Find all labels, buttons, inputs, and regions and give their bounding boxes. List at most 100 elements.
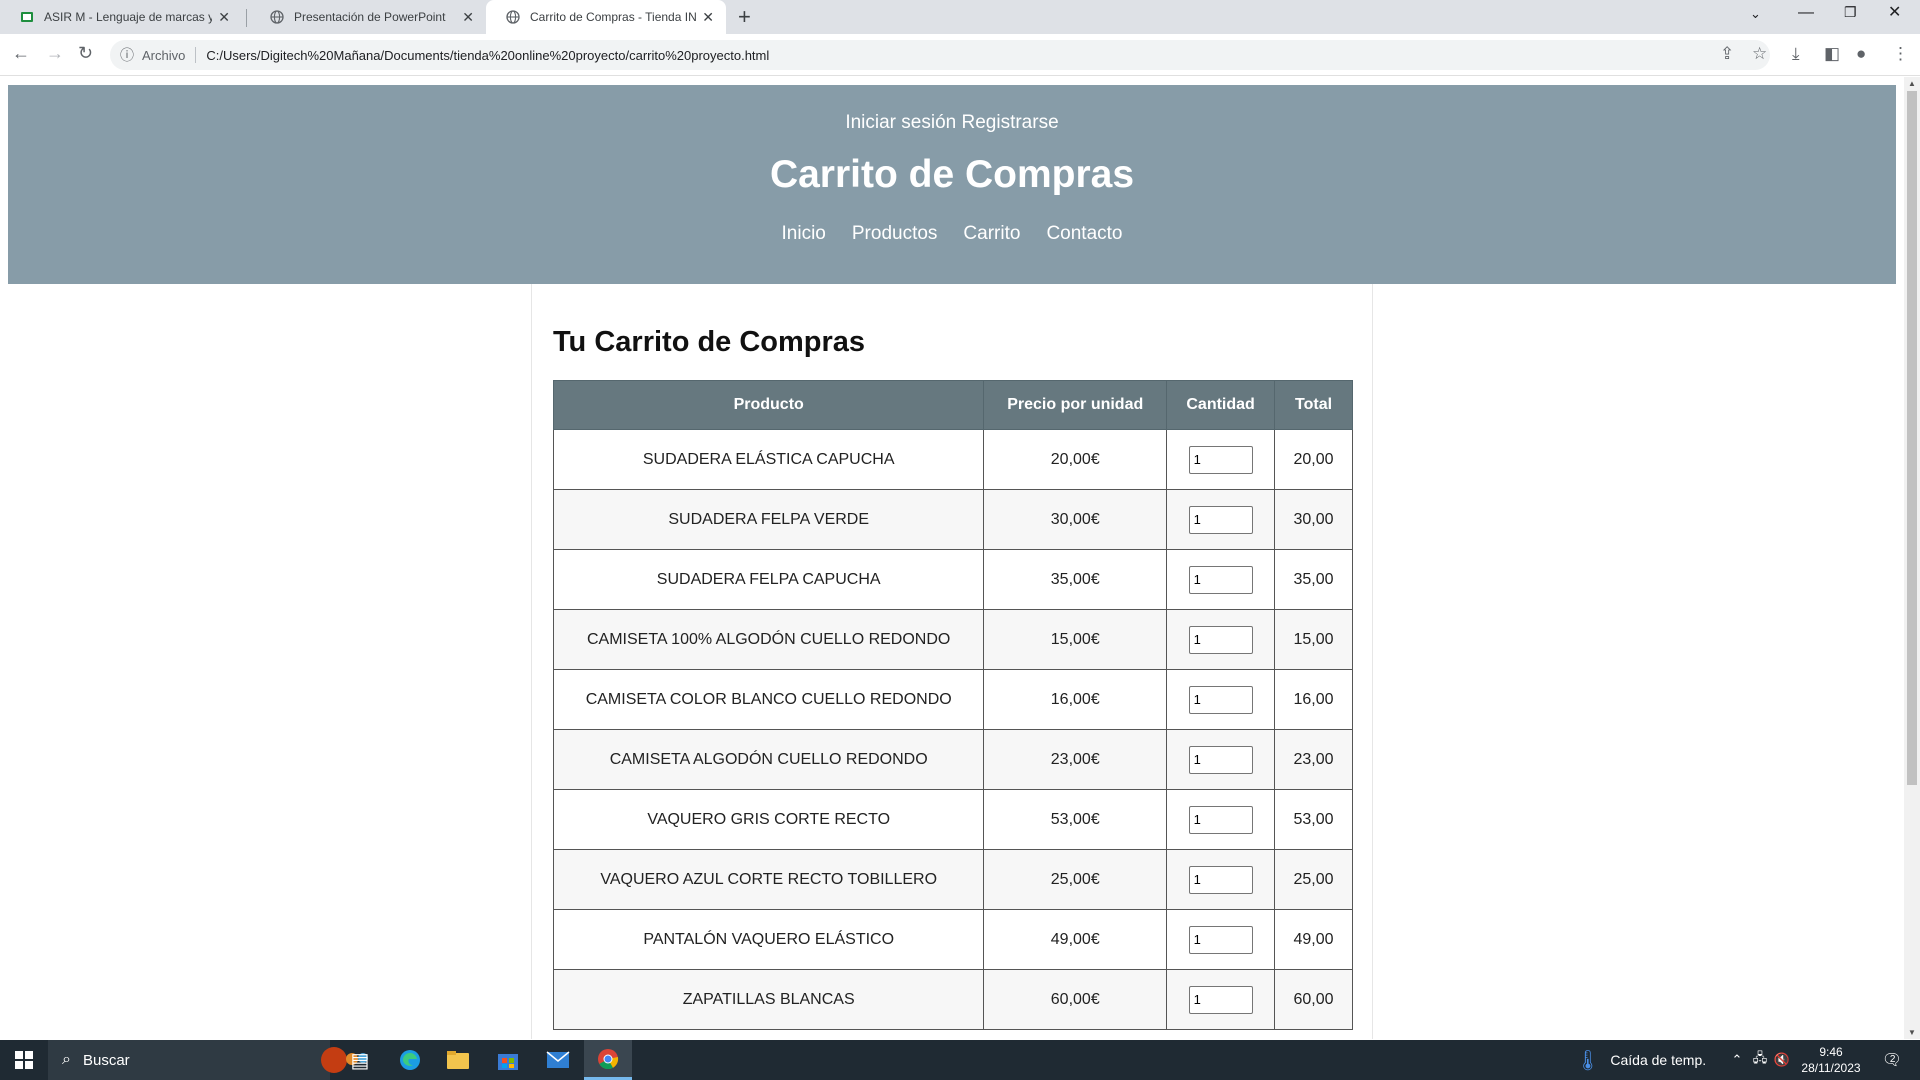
- address-bar[interactable]: ⓘ Archivo C:/Users/Digitech%20Mañana/Doc…: [110, 40, 1770, 70]
- quantity-cell: [1166, 789, 1276, 850]
- network-icon[interactable]: 🖧: [1750, 1040, 1770, 1080]
- weather-widget[interactable]: 🌡 Caída de temp.: [1575, 1040, 1725, 1080]
- nav-item-productos[interactable]: Productos: [852, 223, 938, 245]
- search-icon: ⌕: [62, 1051, 71, 1068]
- page-viewport: Iniciar sesión Registrarse Carrito de Co…: [0, 77, 1904, 1039]
- close-icon[interactable]: ✕: [702, 9, 714, 26]
- table-row: CAMISETA 100% ALGODÓN CUELLO REDONDO 15,0…: [552, 609, 1353, 670]
- quantity-cell: [1166, 489, 1276, 550]
- table-row: SUDADERA ELÁSTICA CAPUCHA20,00€ 20,00: [552, 429, 1353, 490]
- file-explorer-icon[interactable]: [434, 1040, 482, 1080]
- quantity-input[interactable]: [1188, 685, 1253, 714]
- nav-item-carrito[interactable]: Carrito: [963, 223, 1020, 245]
- info-icon[interactable]: ⓘ: [120, 45, 134, 65]
- cart-table: Producto Precio por unidad Cantidad Tota…: [552, 380, 1353, 1030]
- mail-icon[interactable]: [534, 1040, 582, 1080]
- product-name-cell: CAMISETA 100% ALGODÓN CUELLO REDONDO: [552, 609, 985, 670]
- product-name-cell: SUDADERA ELÁSTICA CAPUCHA: [552, 429, 985, 490]
- microsoft-store-icon[interactable]: [484, 1040, 532, 1080]
- restore-icon[interactable]: ❐: [1844, 4, 1857, 21]
- login-link[interactable]: Iniciar sesión: [845, 112, 956, 133]
- back-arrow-icon[interactable]: ←: [12, 43, 30, 64]
- scroll-up-arrow-icon[interactable]: ▲: [1908, 79, 1916, 88]
- notification-center-icon[interactable]: 🗨 2: [1872, 1040, 1912, 1080]
- page-scrollbar[interactable]: ▲ ▼: [1904, 77, 1920, 1039]
- quantity-input[interactable]: [1188, 445, 1253, 474]
- scrollbar-thumb[interactable]: [1907, 91, 1917, 785]
- register-link[interactable]: Registrarse: [962, 112, 1059, 133]
- line-total-cell: 25,00: [1274, 849, 1353, 910]
- download-icon[interactable]: ⤓: [1792, 44, 1800, 64]
- chrome-browser-icon[interactable]: [584, 1040, 632, 1080]
- quantity-input[interactable]: [1188, 625, 1253, 654]
- unit-price-cell: 15,00€: [983, 609, 1168, 670]
- tab-title: ASIR M - Lenguaje de marcas y s: [44, 10, 213, 24]
- side-panel-icon[interactable]: ◧: [1824, 44, 1840, 64]
- taskbar-search-placeholder: Buscar: [82, 1051, 130, 1069]
- address-divider: [195, 47, 197, 63]
- taskbar-search-box[interactable]: ⌕ Buscar: [48, 1040, 368, 1080]
- table-row: VAQUERO GRIS CORTE RECTO53,00€ 53,00: [552, 789, 1353, 850]
- product-name-cell: CAMISETA ALGODÓN CUELLO REDONDO: [552, 729, 985, 790]
- address-scheme: Archivo: [142, 47, 186, 63]
- quantity-input[interactable]: [1188, 505, 1253, 534]
- unit-price-cell: 30,00€: [983, 489, 1168, 550]
- cart-table-body: SUDADERA ELÁSTICA CAPUCHA20,00€20,00SUDA…: [552, 429, 1353, 1030]
- table-row: SUDADERA FELPA VERDE30,00€ 30,00: [552, 489, 1353, 550]
- share-icon[interactable]: ⇪: [1720, 44, 1734, 64]
- bookmark-star-icon[interactable]: ☆: [1752, 44, 1767, 64]
- classroom-icon: [21, 12, 33, 22]
- browser-toolbar: ← → ↻ ⓘ Archivo C:/Users/Digitech%20Maña…: [0, 34, 1920, 76]
- table-row: VAQUERO AZUL CORTE RECTO TOBILLERO 25,00€…: [552, 849, 1353, 910]
- clock-time: 9:46: [1819, 1045, 1843, 1059]
- table-row: CAMISETA COLOR BLANCO CUELLO REDONDO 16,0…: [552, 669, 1353, 730]
- table-header-row: Producto Precio por unidad Cantidad Tota…: [552, 380, 1353, 430]
- edge-browser-icon[interactable]: [386, 1040, 434, 1080]
- windows-taskbar: ⌕ Buscar ▤ 🌡 Caída de temp. ⌃ 🖧 🔇 9:46 2…: [0, 1040, 1920, 1080]
- tray-chevron-up-icon[interactable]: ⌃: [1728, 1040, 1746, 1080]
- tab-title: Carrito de Compras - Tienda ING: [530, 10, 697, 24]
- nav-item-contacto[interactable]: Contacto: [1046, 223, 1122, 245]
- globe-icon: [270, 10, 284, 24]
- quantity-input[interactable]: [1188, 985, 1253, 1014]
- window-close-icon[interactable]: ✕: [1888, 2, 1901, 22]
- product-name-cell: CAMISETA COLOR BLANCO CUELLO REDONDO: [552, 669, 985, 730]
- volume-muted-icon[interactable]: 🔇: [1772, 1040, 1792, 1080]
- tab-carrito[interactable]: Carrito de Compras - Tienda ING ✕: [486, 0, 726, 34]
- quantity-input[interactable]: [1188, 745, 1253, 774]
- line-total-cell: 53,00: [1274, 789, 1353, 850]
- reload-icon[interactable]: ↻: [78, 43, 93, 64]
- quantity-input[interactable]: [1188, 865, 1253, 894]
- table-row: PANTALÓN VAQUERO ELÁSTICO49,00€ 49,00: [552, 909, 1353, 970]
- scroll-down-arrow-icon[interactable]: ▼: [1908, 1028, 1916, 1037]
- windows-start-icon[interactable]: [0, 1040, 48, 1080]
- menu-kebab-icon[interactable]: ⋮: [1892, 44, 1909, 64]
- product-name-cell: VAQUERO AZUL CORTE RECTO TOBILLERO: [552, 849, 985, 910]
- quantity-input[interactable]: [1188, 565, 1253, 594]
- close-icon[interactable]: ✕: [218, 9, 230, 26]
- tab-search-chevron-icon[interactable]: ⌄: [1750, 6, 1761, 22]
- nav-item-inicio[interactable]: Inicio: [782, 223, 826, 245]
- tab-powerpoint[interactable]: Presentación de PowerPoint ✕: [250, 0, 486, 34]
- column-header-product: Producto: [552, 380, 985, 430]
- column-header-total: Total: [1274, 380, 1353, 430]
- column-header-quantity: Cantidad: [1166, 380, 1276, 430]
- browser-tabstrip: ASIR M - Lenguaje de marcas y s ✕ Presen…: [0, 0, 1920, 34]
- forward-arrow-icon[interactable]: →: [46, 43, 64, 64]
- address-url[interactable]: C:/Users/Digitech%20Mañana/Documents/tie…: [206, 48, 769, 63]
- unit-price-cell: 49,00€: [983, 909, 1168, 970]
- minimize-icon[interactable]: —: [1798, 4, 1814, 22]
- tab-separator: [246, 9, 247, 27]
- unit-price-cell: 20,00€: [983, 429, 1168, 490]
- quantity-input[interactable]: [1188, 925, 1253, 954]
- task-view-icon[interactable]: ▤: [336, 1040, 384, 1080]
- profile-avatar-icon[interactable]: ●: [1856, 44, 1866, 64]
- tab-asir[interactable]: ASIR M - Lenguaje de marcas y s ✕: [0, 0, 242, 34]
- quantity-input[interactable]: [1188, 805, 1253, 834]
- unit-price-cell: 53,00€: [983, 789, 1168, 850]
- cart-heading: Tu Carrito de Compras: [553, 326, 866, 358]
- taskbar-clock[interactable]: 9:46 28/11/2023: [1796, 1040, 1866, 1080]
- globe-icon: [506, 10, 520, 24]
- close-icon[interactable]: ✕: [462, 9, 474, 26]
- new-tab-button[interactable]: +: [738, 4, 751, 30]
